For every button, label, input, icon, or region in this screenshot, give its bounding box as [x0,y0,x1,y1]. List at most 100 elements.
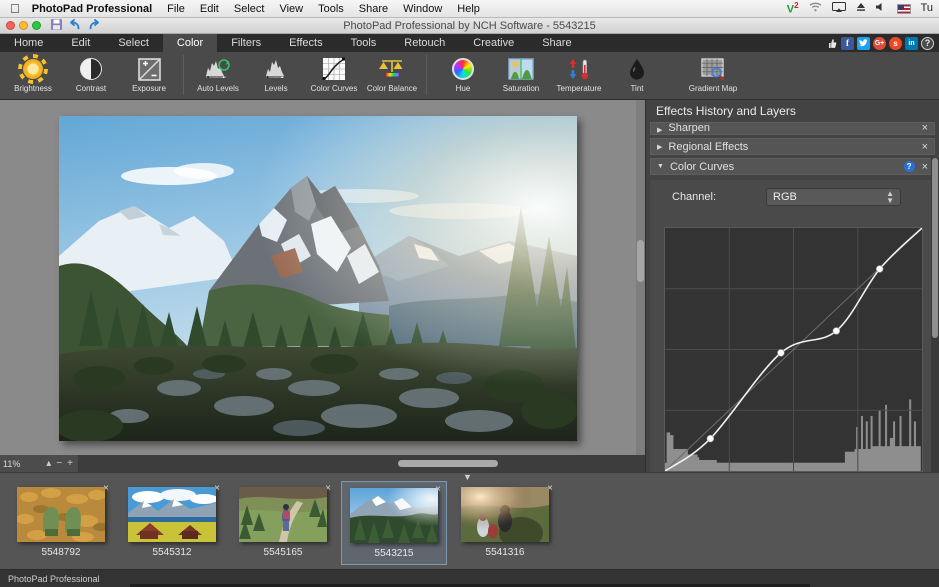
tool-hue[interactable]: Hue [434,52,492,98]
thumbnail-5548792[interactable]: × [8,481,114,565]
tool-label: Auto Levels [197,84,239,93]
thumbnail-image[interactable] [239,487,327,542]
menu-tools[interactable]: Tools [318,3,344,15]
curve-control-point[interactable] [833,328,840,335]
thumbnail-5541316[interactable]: × [452,481,558,565]
thumbnail-image[interactable] [461,487,549,542]
menu-app-name[interactable]: PhotoPad Professional [32,3,152,15]
thumbnail-label: 5543215 [375,548,414,559]
canvas-hscroll-thumb[interactable] [398,460,498,467]
curve-control-point[interactable] [778,349,785,356]
menu-select[interactable]: Select [234,3,265,15]
contrast-circle-icon [80,55,102,83]
help-icon[interactable]: ? [921,37,934,50]
canvas-image-frame[interactable] [59,116,577,441]
close-icon[interactable]: × [922,122,928,134]
eject-icon[interactable] [856,2,866,15]
apple-logo-icon[interactable]:  [10,2,20,15]
curve-control-point[interactable] [876,266,883,273]
curve-control-point[interactable] [707,435,714,442]
thumbnail-image[interactable] [17,487,105,542]
image-canvas-area[interactable] [0,100,645,455]
tool-color-curves[interactable]: Color Curves [305,52,363,98]
zoom-out-button[interactable]: − [56,458,62,469]
zoom-level-display[interactable]: 11% ▴ − + [0,455,78,472]
tool-contrast[interactable]: Contrast [62,52,120,98]
thumbnail-image[interactable] [350,488,438,543]
close-icon[interactable]: × [922,141,928,153]
linkedin-icon[interactable]: in [905,37,918,50]
twitter-icon[interactable] [857,37,870,50]
wifi-icon[interactable] [809,2,822,15]
chevron-right-icon[interactable]: ▶ [657,143,662,151]
color-toolbar: Brightness Contrast Exposure [0,52,939,100]
zoom-in-button[interactable]: + [67,458,73,469]
tab-retouch[interactable]: Retouch [390,34,459,52]
menu-share[interactable]: Share [359,3,388,15]
canvas-scroll-thumb[interactable] [637,240,644,282]
tab-effects[interactable]: Effects [275,34,336,52]
menu-edit[interactable]: Edit [200,3,219,15]
tool-gradient-map[interactable]: Gradient Map [684,52,742,98]
like-icon[interactable] [825,37,838,50]
temperature-thermometer-icon [565,55,593,83]
hue-color-wheel-icon [452,55,474,83]
volume-icon[interactable] [876,2,887,15]
thumbnail-image[interactable] [128,487,216,542]
canvas-image[interactable] [59,116,577,441]
color-balance-scale-icon [379,55,405,83]
tool-tint[interactable]: Tint [608,52,666,98]
tool-label: Color Curves [311,84,358,93]
tool-brightness[interactable]: Brightness [4,52,62,98]
menu-file[interactable]: File [167,3,185,15]
canvas-vertical-scrollbar[interactable] [636,100,645,455]
canvas-horizontal-scrollbar[interactable] [78,455,645,472]
tab-select[interactable]: Select [104,34,163,52]
zoom-level-value: 11% [3,459,20,469]
tab-home[interactable]: Home [0,34,57,52]
tab-edit[interactable]: Edit [57,34,104,52]
curve-canvas[interactable] [665,228,922,471]
tool-levels[interactable]: Levels [247,52,305,98]
histogram-bar [919,446,921,471]
ribbon-tab-bar: Home Edit Select Color Filters Effects T… [0,34,939,52]
tool-exposure[interactable]: Exposure [120,52,178,98]
channel-select[interactable]: RGB ▲▼ [766,188,901,206]
chevron-down-icon[interactable]: ▼ [657,163,664,170]
chevron-updown-icon[interactable]: ▲▼ [886,190,894,204]
tool-color-balance[interactable]: Color Balance [363,52,421,98]
menu-view[interactable]: View [279,3,303,15]
chevron-right-icon[interactable]: ▶ [657,126,662,134]
thumbnail-5543215[interactable]: × [341,481,447,565]
tab-tools[interactable]: Tools [337,34,391,52]
effect-row-sharpen[interactable]: ▶ Sharpen × [650,122,935,135]
effect-row-color-curves[interactable]: ▼ Color Curves ? × [650,158,935,175]
fit-zoom-button[interactable]: ▴ [46,458,51,469]
tab-color[interactable]: Color [163,34,217,52]
effect-row-regional-effects[interactable]: ▶ Regional Effects × [650,138,935,155]
tab-filters[interactable]: Filters [217,34,275,52]
tab-creative[interactable]: Creative [459,34,528,52]
us-flag-icon[interactable] [897,4,911,14]
tool-temperature[interactable]: Temperature [550,52,608,98]
facebook-icon[interactable]: f [841,37,854,50]
social-share-buttons: f G+ s in ? [825,34,939,52]
thumbnail-5545165[interactable]: × [230,481,336,565]
menu-clock[interactable]: Tu [921,3,933,14]
close-icon[interactable]: × [922,161,928,173]
stumbleupon-icon[interactable]: s [889,37,902,50]
panel-scroll-thumb[interactable] [932,158,938,338]
virustotal-icon[interactable]: V2 [787,1,799,16]
tool-auto-levels[interactable]: Auto Levels [189,52,247,98]
airplay-icon[interactable] [832,2,846,16]
googleplus-icon[interactable]: G+ [873,37,886,50]
color-curves-graph[interactable] [664,227,923,472]
tab-share[interactable]: Share [528,34,585,52]
thumbnail-5545312[interactable]: × [119,481,225,565]
status-bar: PhotoPad Professional [0,569,939,587]
menu-help[interactable]: Help [457,3,480,15]
auto-levels-histogram-icon [204,55,232,83]
menu-window[interactable]: Window [403,3,442,15]
tool-saturation[interactable]: Saturation [492,52,550,98]
help-icon[interactable]: ? [904,161,915,172]
